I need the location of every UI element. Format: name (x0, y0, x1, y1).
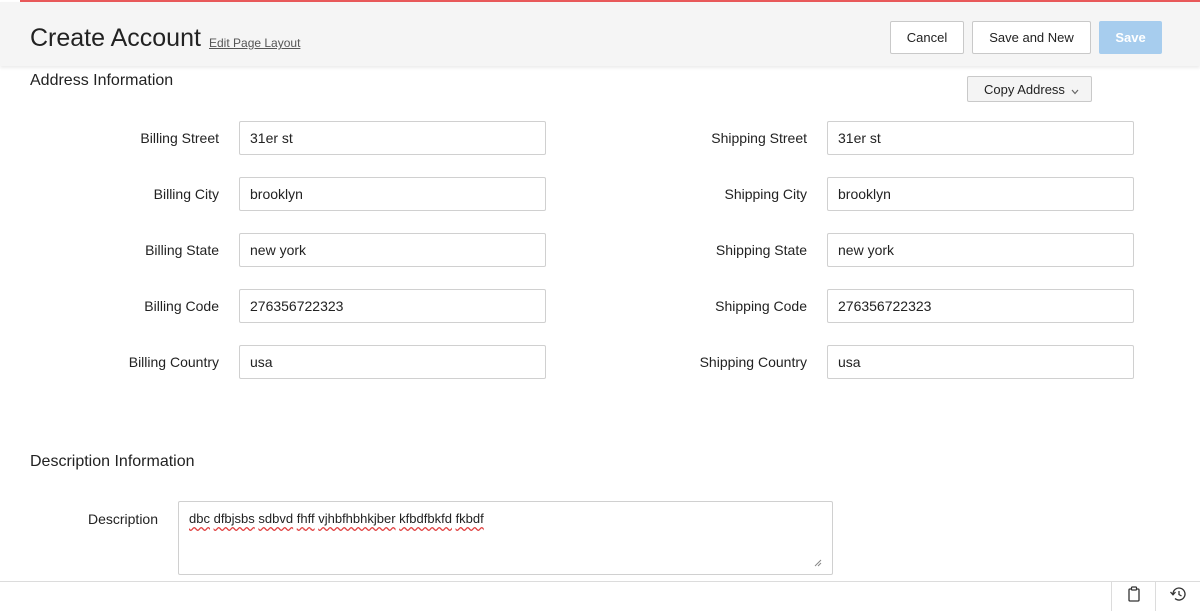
billing-city-input[interactable]: brooklyn (239, 177, 546, 211)
save-button[interactable]: Save (1099, 21, 1162, 54)
description-word: fhff (296, 511, 315, 526)
description-section-title: Description Information (30, 453, 195, 470)
description-textarea[interactable]: dbc dfbjsbs sdbvd fhff vjhbfhbhkjber kfb… (178, 501, 833, 575)
shipping-state-label: Shipping State (715, 242, 807, 258)
copy-address-label: Copy Address (984, 81, 1065, 97)
footer-bar (0, 581, 1200, 611)
page-header: Create Account Edit Page Layout Cancel S… (0, 2, 1200, 66)
shipping-country-label: Shipping Country (699, 354, 807, 370)
shipping-street-input[interactable]: 31er st (827, 121, 1134, 155)
clipboard-icon (1127, 586, 1141, 607)
shipping-city-label: Shipping City (724, 186, 808, 202)
shipping-code-label: Shipping Code (715, 298, 807, 314)
cancel-button[interactable]: Cancel (890, 21, 964, 54)
billing-country-label: Billing Country (128, 354, 219, 370)
billing-code-input[interactable]: 276356722323 (239, 289, 546, 323)
clipboard-button[interactable] (1111, 582, 1155, 611)
description-label: Description (87, 511, 158, 527)
history-button[interactable] (1155, 582, 1199, 611)
shipping-state-input[interactable]: new york (827, 233, 1134, 267)
billing-country-input[interactable]: usa (239, 345, 546, 379)
description-word: sdbvd (258, 511, 294, 526)
save-and-new-button[interactable]: Save and New (972, 21, 1091, 54)
address-section-title: Address Information (30, 72, 174, 89)
billing-city-label: Billing City (153, 186, 219, 202)
billing-state-label: Billing State (145, 242, 219, 258)
billing-street-input[interactable]: 31er st (239, 121, 546, 155)
edit-page-layout-link[interactable]: Edit Page Layout (209, 36, 300, 50)
page-title: Create Account (30, 24, 201, 52)
description-word: vjhbfhbhkjber (318, 511, 396, 526)
chevron-down-icon (1071, 87, 1079, 98)
copy-address-button[interactable]: Copy Address (967, 76, 1092, 102)
resize-handle-icon[interactable] (814, 555, 822, 567)
billing-state-input[interactable]: new york (239, 233, 546, 267)
description-word: dbc (189, 511, 210, 526)
shipping-street-label: Shipping Street (711, 130, 807, 146)
description-word: fkbdf (455, 511, 484, 526)
description-word: kfbdfbkfd (399, 511, 452, 526)
shipping-code-input[interactable]: 276356722323 (827, 289, 1134, 323)
shipping-city-input[interactable]: brooklyn (827, 177, 1134, 211)
history-icon (1169, 586, 1187, 607)
shipping-country-input[interactable]: usa (827, 345, 1134, 379)
billing-code-label: Billing Code (144, 298, 219, 314)
description-word: dfbjsbs (213, 511, 255, 526)
billing-street-label: Billing Street (140, 130, 219, 146)
